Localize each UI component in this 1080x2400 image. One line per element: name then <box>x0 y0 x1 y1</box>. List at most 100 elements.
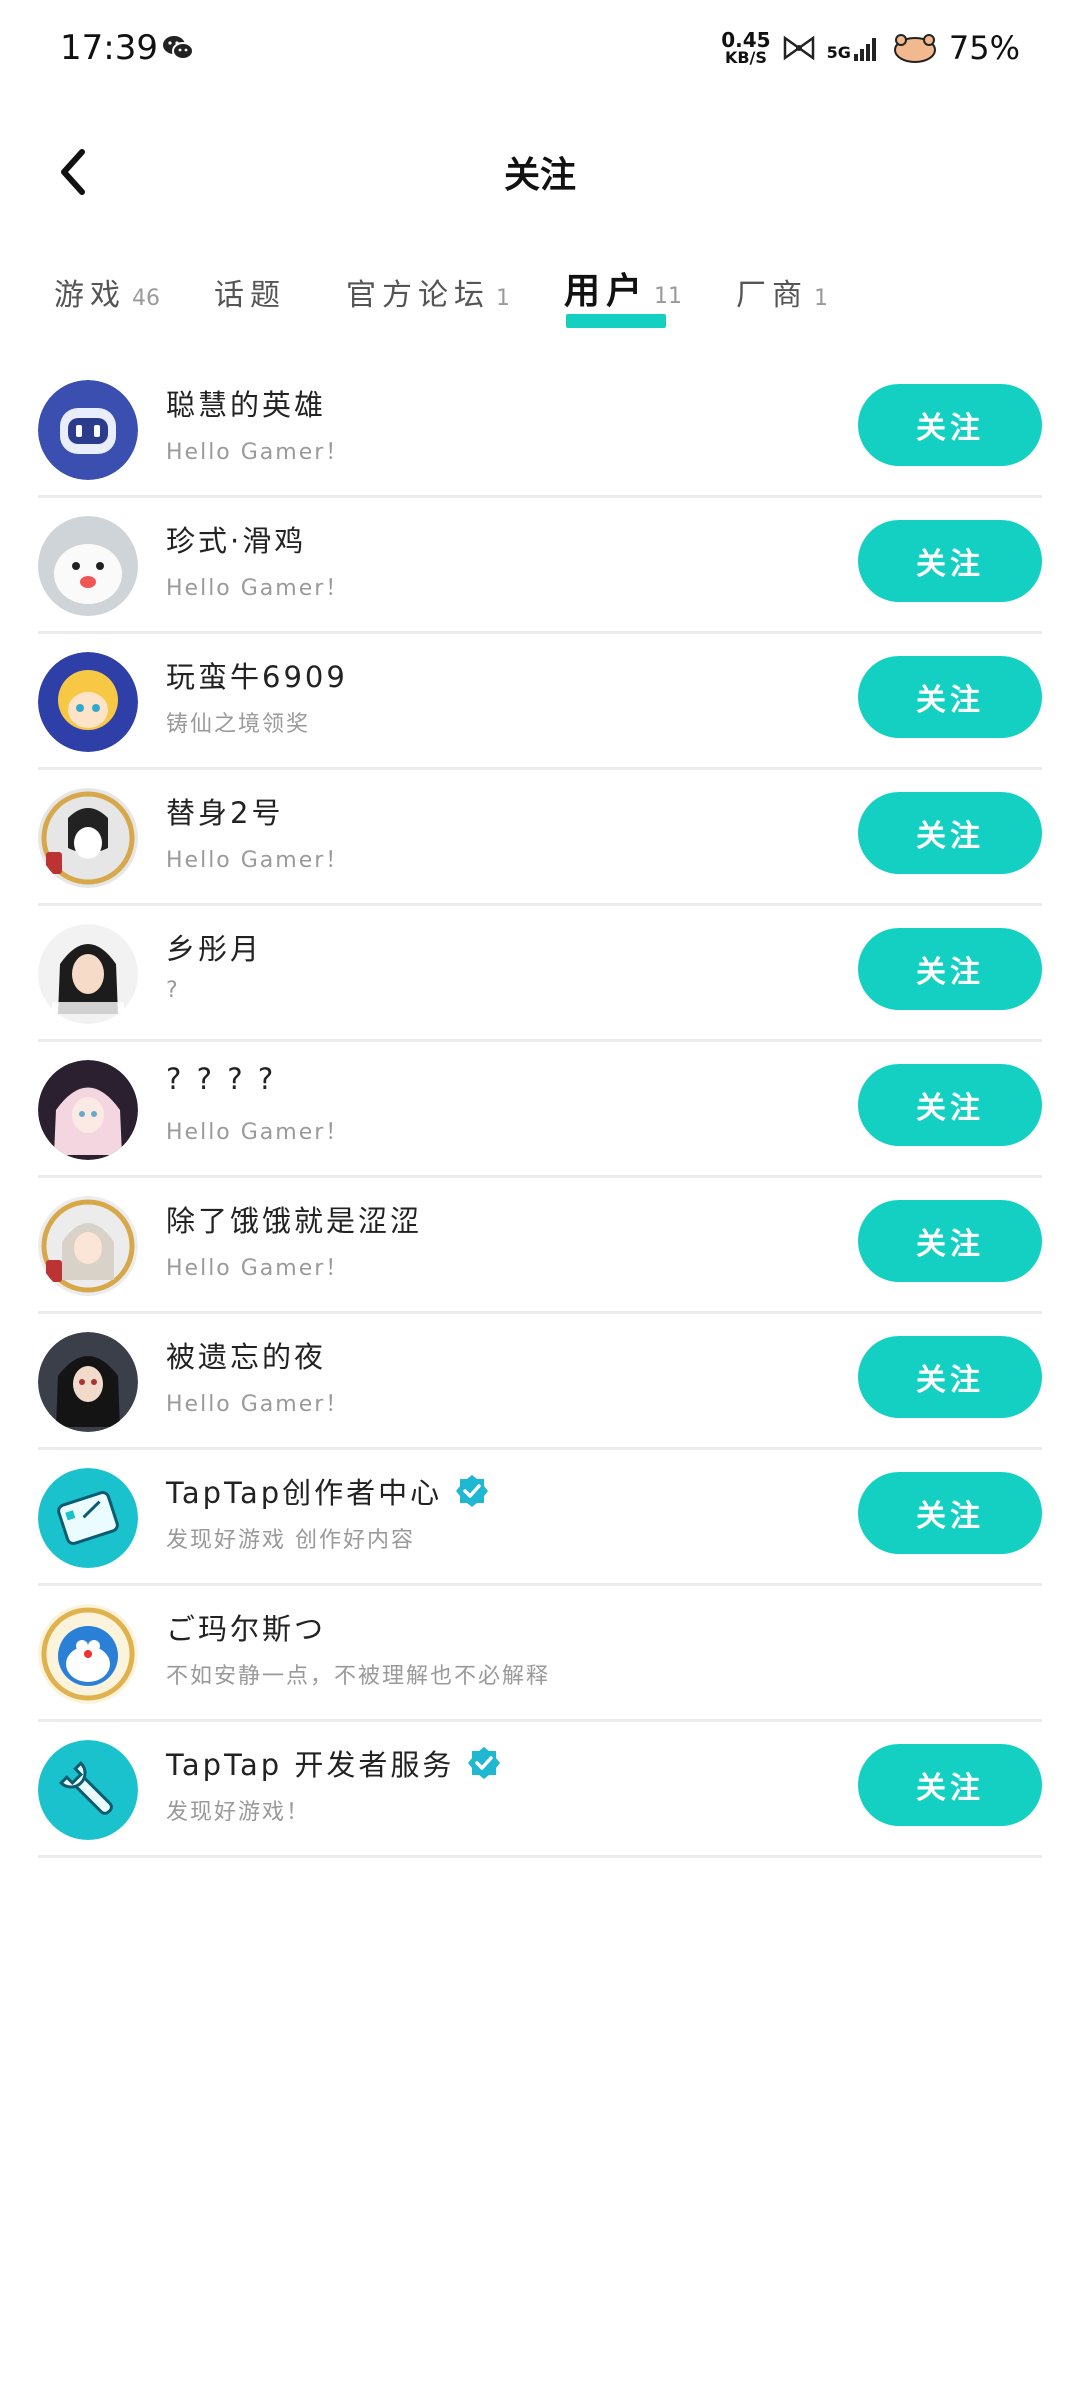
battery-pet-icon <box>893 34 936 63</box>
follow-button[interactable]: 关注 <box>858 1200 1042 1282</box>
night-girl-avatar-icon <box>38 1332 138 1432</box>
list-item[interactable]: ご玛尔斯つ 不如安静一点，不被理解也不必解释 <box>38 1586 1042 1722</box>
user-name-text: 除了饿饿就是涩涩 <box>166 1204 423 1238</box>
net-speed-unit: KB/S <box>724 48 767 67</box>
robot-avatar-icon <box>38 380 138 480</box>
user-bio: 发现好游戏 创作好内容 <box>166 1528 415 1553</box>
status-time: 17:39 <box>60 28 158 68</box>
list-item[interactable]: 替身2号 Hello Gamer！ 关注 <box>38 770 1042 906</box>
tab-count: 11 <box>654 284 683 309</box>
list-item[interactable]: 玩蛮牛6909 铸仙之境领奖 关注 <box>38 634 1042 770</box>
doraemon-avatar-icon <box>38 1604 138 1704</box>
manga-avatar-icon <box>38 788 138 888</box>
list-item[interactable]: 除了饿饿就是涩涩 Hello Gamer！ 关注 <box>38 1178 1042 1314</box>
user-name-text: ご玛尔斯つ <box>166 1612 327 1646</box>
list-item[interactable]: 乡彤月 ? 关注 <box>38 906 1042 1042</box>
tab-topics[interactable]: 话题 <box>214 270 292 322</box>
list-item[interactable]: 珍式·滑鸡 Hello Gamer！ 关注 <box>38 498 1042 634</box>
user-bio: Hello Gamer！ <box>166 1392 350 1417</box>
list-item[interactable]: 聪慧的英雄 Hello Gamer！ 关注 <box>38 362 1042 498</box>
notebook-avatar-icon <box>38 1468 138 1568</box>
active-tab-indicator <box>566 314 666 328</box>
follow-button[interactable]: 关注 <box>858 1064 1042 1146</box>
verified-icon <box>456 1475 489 1507</box>
user-name: ? ? ? ? <box>166 1062 276 1096</box>
tab-label: 厂商 <box>736 278 809 313</box>
signal-5g: 5G <box>827 34 881 62</box>
bow-icon <box>783 35 814 61</box>
verified-icon <box>468 1747 501 1779</box>
follow-button[interactable]: 关注 <box>858 792 1042 874</box>
user-name-text: 珍式·滑鸡 <box>166 524 307 558</box>
avatar[interactable] <box>38 1604 138 1704</box>
tab-count: 46 <box>132 286 160 311</box>
user-bio: ? <box>166 978 180 1003</box>
user-bio: 不如安静一点，不被理解也不必解释 <box>166 1664 551 1689</box>
user-name: 被遗忘的夜 <box>166 1334 326 1376</box>
page-title: 关注 <box>503 155 576 196</box>
status-right: 0.45 KB/S 5G 75% <box>721 26 1020 70</box>
follow-button[interactable]: 关注 <box>858 656 1042 738</box>
avatar[interactable] <box>38 1196 138 1296</box>
list-item[interactable]: TapTap创作者中心 发现好游戏 创作好内容 关注 <box>38 1450 1042 1586</box>
user-name: TapTap创作者中心 <box>166 1470 490 1512</box>
tab-label: 用户 <box>564 271 649 312</box>
list-item[interactable]: ? ? ? ? Hello Gamer！ 关注 <box>38 1042 1042 1178</box>
tab-vendors[interactable]: 厂商 1 <box>736 270 828 322</box>
wechat-icon <box>163 36 194 60</box>
user-name: 玩蛮牛6909 <box>166 654 348 696</box>
follow-button[interactable]: 关注 <box>858 1336 1042 1418</box>
avatar[interactable] <box>38 1060 138 1160</box>
avatar[interactable] <box>38 788 138 888</box>
tab-bar: 游戏 46 话题 官方论坛 1 用户 11 厂商 1 <box>54 262 882 328</box>
user-bio: Hello Gamer！ <box>166 440 350 465</box>
user-bio: Hello Gamer！ <box>166 576 350 601</box>
tab-games[interactable]: 游戏 46 <box>54 270 160 322</box>
follow-button[interactable]: 关注 <box>858 1472 1042 1554</box>
follow-button[interactable]: 关注 <box>858 384 1042 466</box>
user-name-text: 聪慧的英雄 <box>166 388 327 422</box>
header: 关注 <box>0 120 1080 220</box>
list-item[interactable]: TapTap 开发者服务 发现好游戏！ 关注 <box>38 1722 1042 1858</box>
tab-users[interactable]: 用户 11 <box>564 262 683 328</box>
tab-label: 游戏 <box>54 278 126 313</box>
dark-hair-girl-avatar-icon <box>38 924 138 1024</box>
avatar[interactable] <box>38 380 138 480</box>
avatar[interactable] <box>38 516 138 616</box>
tab-count: 1 <box>496 286 510 311</box>
signal-icon <box>853 38 876 61</box>
follow-button[interactable]: 关注 <box>858 520 1042 602</box>
user-name: 乡彤月 <box>166 926 262 968</box>
user-name-text: TapTap 开发者服务 <box>166 1748 455 1782</box>
avatar[interactable] <box>38 652 138 752</box>
follow-button[interactable]: 关注 <box>858 1744 1042 1826</box>
user-name-text: 替身2号 <box>166 796 284 830</box>
list-item[interactable]: 被遗忘的夜 Hello Gamer！ 关注 <box>38 1314 1042 1450</box>
follow-button[interactable]: 关注 <box>858 928 1042 1010</box>
user-bio: 发现好游戏！ <box>166 1800 311 1825</box>
user-name-text: 被遗忘的夜 <box>166 1340 327 1374</box>
tab-count: 1 <box>814 286 829 311</box>
avatar[interactable] <box>38 1332 138 1432</box>
user-bio: 铸仙之境领奖 <box>166 712 311 737</box>
user-list: 聪慧的英雄 Hello Gamer！ 关注 珍式·滑鸡 Hello Gamer！… <box>38 362 1042 1858</box>
avatar[interactable] <box>38 924 138 1024</box>
user-name-text: ? ? ? ? <box>166 1062 277 1096</box>
avatar[interactable] <box>38 1468 138 1568</box>
tab-official-forum[interactable]: 官方论坛 1 <box>346 270 510 322</box>
user-name: 聪慧的英雄 <box>166 382 326 424</box>
net-speed-value: 0.45 <box>721 28 771 52</box>
user-name-text: TapTap创作者中心 <box>166 1476 443 1510</box>
avatar[interactable] <box>38 1740 138 1840</box>
user-bio: Hello Gamer！ <box>166 1256 350 1281</box>
user-bio: Hello Gamer！ <box>166 1120 350 1145</box>
silver-hair-girl-avatar-icon <box>38 1196 138 1296</box>
user-name: 除了饿饿就是涩涩 <box>166 1198 422 1240</box>
user-name: ご玛尔斯つ <box>166 1606 326 1648</box>
tab-label: 话题 <box>214 278 286 313</box>
pink-hair-girl-avatar-icon <box>38 1060 138 1160</box>
tab-label: 官方论坛 <box>346 278 490 313</box>
anime-girl-avatar-icon <box>38 652 138 752</box>
user-name: TapTap 开发者服务 <box>166 1742 502 1784</box>
user-name-text: 乡彤月 <box>166 932 263 966</box>
